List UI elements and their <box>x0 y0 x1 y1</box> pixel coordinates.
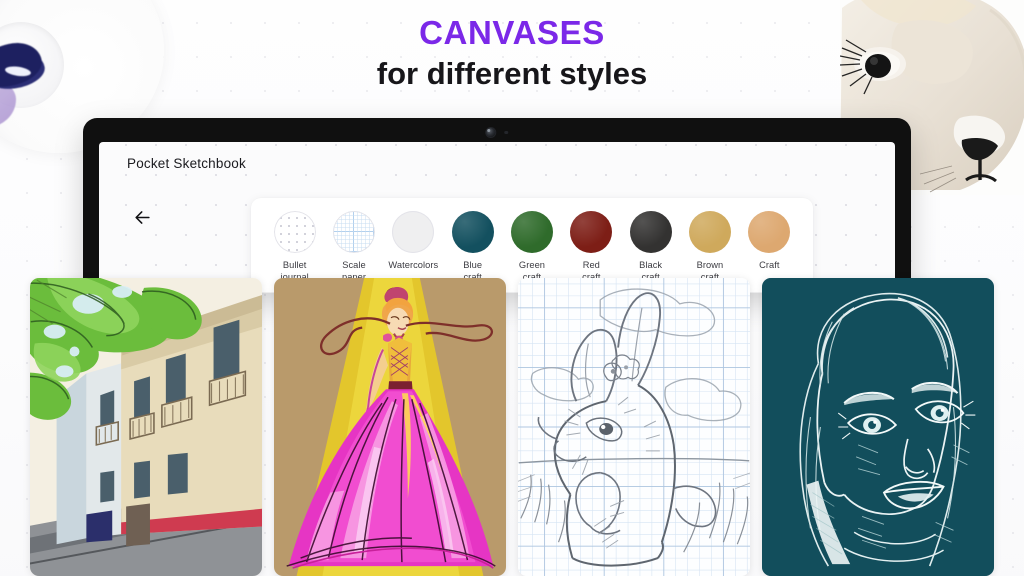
portrait-drawing <box>762 278 994 576</box>
artwork-thumbnail-street[interactable] <box>30 278 262 576</box>
canvas-swatch-plain[interactable] <box>392 211 435 253</box>
page-title: Pocket Sketchbook <box>127 156 246 171</box>
canvas-swatch-item[interactable]: Blue craft <box>443 211 502 284</box>
artwork-gallery <box>0 278 1024 576</box>
canvas-swatch-dots[interactable] <box>273 211 316 253</box>
artwork-thumbnail-fashion[interactable] <box>274 278 506 576</box>
street-scene-drawing <box>30 278 262 576</box>
front-camera-group <box>486 128 508 137</box>
canvas-swatch-item[interactable]: Black craft <box>621 211 680 284</box>
tablet-screen: Pocket Sketchbook Bullet journal Scale pa… <box>99 142 895 293</box>
back-button[interactable] <box>129 204 155 230</box>
canvas-swatch-item[interactable]: Bullet journal <box>265 211 324 284</box>
promo-screenshot: CANVASES for different styles Pocket Ske… <box>0 0 1024 576</box>
canvas-swatch-solid[interactable] <box>510 211 553 253</box>
canvas-swatch-solid[interactable] <box>748 211 791 253</box>
canvas-swatch-item[interactable]: Craft <box>740 211 799 272</box>
sensor-dot-icon <box>504 130 508 135</box>
rabbit-sketch-drawing <box>518 278 750 576</box>
canvas-swatch-item[interactable]: Brown craft <box>680 211 739 284</box>
artwork-thumbnail-portrait[interactable] <box>762 278 994 576</box>
canvas-swatch-label: Watercolors <box>388 260 439 270</box>
headline-primary: CANVASES <box>419 14 605 51</box>
canvas-swatch-grid[interactable] <box>332 211 375 253</box>
headline-secondary: for different styles <box>376 55 648 91</box>
canvas-swatch-item[interactable]: Green craft <box>502 211 561 284</box>
canvas-swatch-item[interactable]: Red craft <box>562 211 621 284</box>
arrow-left-icon <box>134 210 150 224</box>
fashion-sketch-drawing <box>274 278 506 576</box>
canvas-swatch-solid[interactable] <box>451 211 494 253</box>
canvas-swatch-solid[interactable] <box>629 211 672 253</box>
canvas-swatch-solid[interactable] <box>570 211 613 253</box>
canvas-swatch-solid[interactable] <box>688 211 731 253</box>
camera-icon <box>486 128 496 137</box>
canvas-swatch-item[interactable]: Watercolors <box>384 211 443 272</box>
canvas-swatch-item[interactable]: Scale paper <box>324 211 383 284</box>
headline-block: CANVASES for different styles <box>0 14 1024 94</box>
artwork-thumbnail-rabbit[interactable] <box>518 278 750 576</box>
canvas-swatch-label: Craft <box>759 260 780 270</box>
tablet-device: Pocket Sketchbook Bullet journal Scale pa… <box>83 118 911 293</box>
